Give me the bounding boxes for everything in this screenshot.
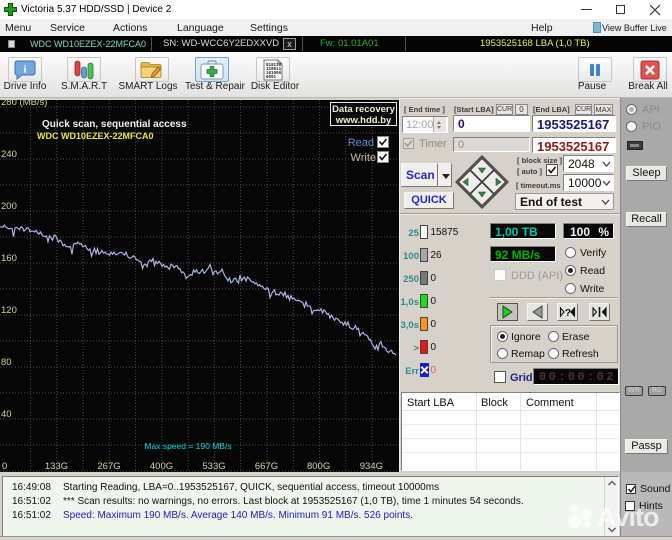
svg-text:Max speed = 190 MB/s: Max speed = 190 MB/s — [144, 441, 231, 451]
svg-text:Quick scan, sequential access: Quick scan, sequential access — [42, 119, 187, 130]
svg-text:400G: 400G — [150, 461, 173, 472]
svg-text:160: 160 — [1, 253, 17, 264]
svg-text:80: 80 — [1, 357, 12, 368]
svg-text:0001: 0001 — [266, 76, 277, 80]
svg-text:Read: Read — [348, 137, 374, 149]
svg-text:120: 120 — [1, 305, 17, 316]
svg-text:?: ? — [565, 307, 571, 319]
svg-text:667G: 667G — [255, 461, 278, 472]
svg-text:i: i — [23, 63, 26, 75]
svg-text:240: 240 — [1, 149, 17, 160]
svg-text:533G: 533G — [202, 461, 225, 472]
svg-text:934G: 934G — [360, 461, 383, 472]
svg-text:0: 0 — [2, 461, 7, 472]
svg-text:133G: 133G — [45, 461, 68, 472]
svg-text:280 (MB/s): 280 (MB/s) — [1, 100, 47, 108]
svg-text:Write: Write — [351, 152, 376, 164]
svg-text:800G: 800G — [307, 461, 330, 472]
svg-text:267G: 267G — [97, 461, 120, 472]
svg-text:WDC WD10EZEX-22MFCA0: WDC WD10EZEX-22MFCA0 — [37, 131, 154, 141]
svg-text:200: 200 — [1, 201, 17, 212]
svg-text:www.hdd.by: www.hdd.by — [335, 115, 392, 126]
svg-text:40: 40 — [1, 409, 12, 420]
svg-text:Data recovery: Data recovery — [332, 104, 396, 115]
